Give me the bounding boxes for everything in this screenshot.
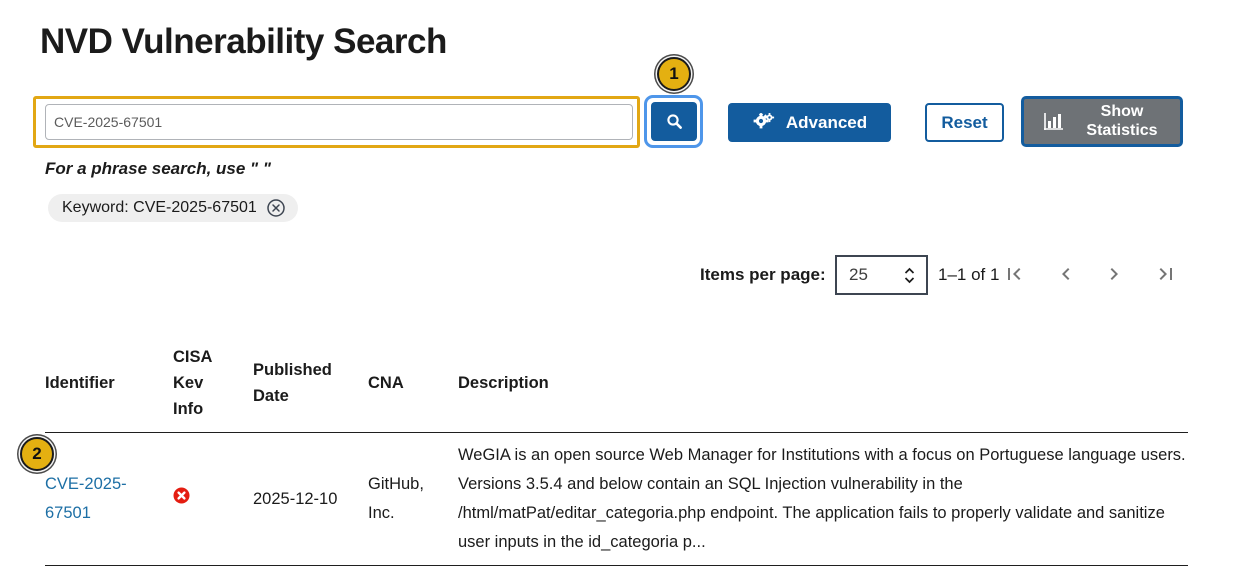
table-header-row: Identifier CISA Kev Info Published Date … [45, 336, 1188, 433]
annotation-marker-2: 2 [20, 437, 54, 471]
show-statistics-label: Show Statistics [1086, 103, 1158, 139]
search-icon [666, 113, 683, 130]
results-table: Identifier CISA Kev Info Published Date … [45, 336, 1188, 566]
search-button[interactable] [651, 102, 697, 141]
first-page-icon [1002, 262, 1026, 286]
keyword-chip-label: Keyword: CVE-2025-67501 [62, 199, 257, 216]
last-page-button[interactable] [1154, 262, 1178, 286]
header-published-date: Published Date [253, 336, 368, 433]
advanced-button[interactable]: Advanced [728, 103, 891, 142]
first-page-button[interactable] [1002, 262, 1026, 286]
chevron-right-icon [1102, 262, 1126, 286]
items-per-page-select[interactable]: 25 [835, 255, 928, 295]
cell-identifier: CVE-2025-67501 [45, 432, 173, 566]
phrase-search-hint: For a phrase search, use " " [45, 159, 271, 178]
header-cna: CNA [368, 336, 458, 433]
page-title: NVD Vulnerability Search [40, 22, 447, 61]
gears-icon [752, 112, 776, 133]
header-cisa-kev-info: CISA Kev Info [173, 336, 253, 433]
table-row: CVE-2025-67501 2025-12-10 GitHub, Inc. W… [45, 432, 1188, 566]
search-input[interactable] [45, 104, 633, 140]
header-identifier: Identifier [45, 336, 173, 433]
reset-button[interactable]: Reset [925, 103, 1004, 142]
chevron-left-icon [1054, 262, 1078, 286]
not-in-kev-icon [173, 487, 190, 504]
next-page-button[interactable] [1102, 262, 1126, 286]
show-statistics-button[interactable]: Show Statistics [1021, 96, 1183, 147]
remove-keyword-icon[interactable] [266, 198, 286, 218]
header-description: Description [458, 336, 1188, 433]
spinner-arrows-icon [903, 267, 916, 284]
annotation-marker-1: 1 [657, 57, 691, 91]
bar-chart-icon [1042, 111, 1066, 133]
cell-published-date: 2025-12-10 [253, 432, 368, 566]
previous-page-button[interactable] [1054, 262, 1078, 286]
keyword-chip[interactable]: Keyword: CVE-2025-67501 [48, 194, 298, 222]
last-page-icon [1154, 262, 1178, 286]
cell-cna: GitHub, Inc. [368, 432, 458, 566]
items-per-page-label: Items per page: [700, 265, 826, 284]
page-range-text: 1–1 of 1 [938, 265, 1000, 284]
reset-button-label: Reset [941, 112, 988, 132]
advanced-button-label: Advanced [785, 112, 868, 132]
cve-link[interactable]: CVE-2025-67501 [45, 475, 127, 522]
items-per-page-value: 25 [849, 265, 868, 284]
cell-description: WeGIA is an open source Web Manager for … [458, 432, 1188, 566]
cell-cisa-kev [173, 432, 253, 566]
